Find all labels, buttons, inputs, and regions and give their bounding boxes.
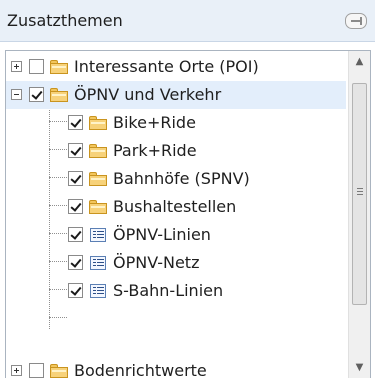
- layer-tree: Interessante Orte (POI) ÖPNV und Verkehr…: [6, 51, 346, 378]
- tree-item-bushaltestellen[interactable]: Bushaltestellen: [6, 193, 346, 221]
- layer-checkbox[interactable]: [68, 115, 83, 130]
- layer-checkbox[interactable]: [68, 283, 83, 298]
- tree-item-park-ride[interactable]: Park+Ride: [6, 137, 346, 165]
- tree-item-label: Bahnhöfe (SPNV): [113, 169, 250, 188]
- tree-item-s-bahn-linien[interactable]: S-Bahn-Linien: [6, 277, 346, 305]
- tree-item-label: S-Bahn-Linien: [113, 281, 224, 300]
- tree-item-oepnv-netz[interactable]: ÖPNV-Netz: [6, 249, 346, 277]
- tree-item-label: ÖPNV-Linien: [113, 225, 211, 244]
- layer-checkbox[interactable]: [68, 255, 83, 270]
- layer-checkbox[interactable]: [68, 143, 83, 158]
- tree-item-oepnv-linien[interactable]: ÖPNV-Linien: [6, 221, 346, 249]
- tree-item-interessante-orte[interactable]: Interessante Orte (POI): [6, 53, 346, 81]
- layer-icon: [90, 284, 106, 298]
- tree-item-label: Park+Ride: [113, 141, 197, 160]
- layer-panel: Zusatzthemen Interessante Orte (POI) ÖPN…: [0, 0, 375, 378]
- tree-item-label: Bushaltestellen: [113, 197, 237, 216]
- folder-icon: [89, 172, 107, 186]
- tree-item-label: Bodenrichtwerte: [74, 361, 207, 378]
- tree-item-label: ÖPNV-Netz: [113, 253, 200, 272]
- layer-checkbox[interactable]: [29, 59, 44, 74]
- tree-item-bike-ride[interactable]: Bike+Ride: [6, 109, 346, 137]
- layer-checkbox[interactable]: [29, 363, 44, 378]
- folder-icon: [50, 60, 68, 74]
- folder-icon: [89, 144, 107, 158]
- panel-title: Zusatzthemen: [7, 11, 123, 30]
- tree-item-label: Interessante Orte (POI): [74, 57, 259, 76]
- tree-item-bodenrichtwerte[interactable]: Bodenrichtwerte: [6, 357, 346, 378]
- layer-icon: [90, 256, 106, 270]
- expand-button[interactable]: [11, 61, 22, 72]
- scroll-up-icon[interactable]: ▲: [349, 51, 370, 73]
- tree-item-bahnhoefe[interactable]: Bahnhöfe (SPNV): [6, 165, 346, 193]
- tree-item-oepnv-und-verkehr[interactable]: ÖPNV und Verkehr: [6, 81, 346, 109]
- scroll-thumb[interactable]: [352, 83, 367, 305]
- panel-header: Zusatzthemen: [0, 0, 375, 42]
- tree-guide-line: [49, 317, 67, 318]
- folder-icon: [89, 200, 107, 214]
- folder-icon: [89, 116, 107, 130]
- layer-checkbox[interactable]: [68, 227, 83, 242]
- layer-checkbox[interactable]: [68, 171, 83, 186]
- folder-icon: [50, 364, 68, 378]
- scroll-down-icon[interactable]: ▼: [349, 357, 370, 378]
- layer-tree-frame: Interessante Orte (POI) ÖPNV und Verkehr…: [5, 50, 371, 378]
- tree-item-label: ÖPNV und Verkehr: [74, 85, 222, 104]
- tree-item-label: Bike+Ride: [113, 113, 196, 132]
- collapse-button[interactable]: [11, 89, 22, 100]
- pin-icon[interactable]: [345, 13, 367, 29]
- layer-checkbox[interactable]: [68, 199, 83, 214]
- vertical-scrollbar[interactable]: ▲ ▼: [348, 51, 370, 378]
- folder-icon: [50, 88, 68, 102]
- layer-icon: [90, 228, 106, 242]
- expand-button[interactable]: [11, 365, 22, 376]
- layer-checkbox[interactable]: [29, 87, 44, 102]
